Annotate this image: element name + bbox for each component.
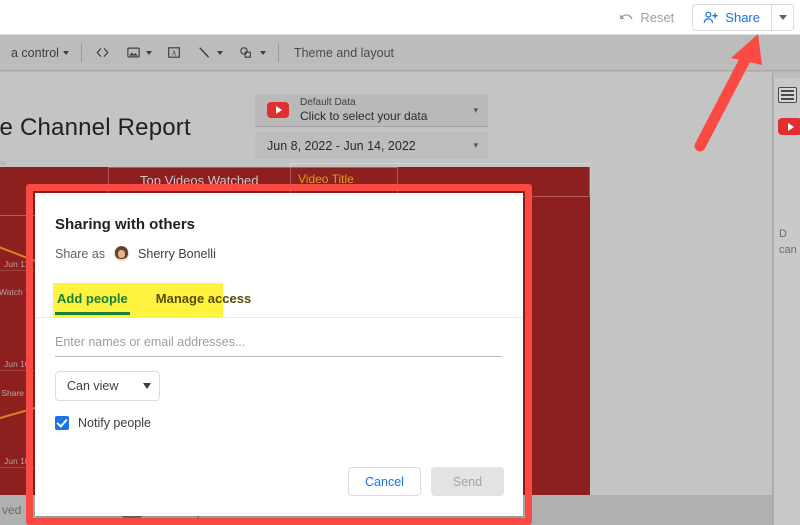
line-button[interactable]: [189, 45, 230, 60]
account-name: Sherry Bonelli: [138, 246, 216, 261]
text-box-icon: A: [168, 47, 180, 58]
code-embed-icon: [96, 48, 109, 57]
send-button: Send: [431, 467, 504, 496]
theme-and-layout-button[interactable]: Theme and layout: [284, 46, 394, 60]
youtube-icon: [267, 102, 289, 118]
chevron-down-icon: [145, 50, 152, 55]
toolbar-divider: [277, 43, 279, 62]
panel-title-video-title: Video Title: [298, 172, 354, 186]
notify-people-checkbox[interactable]: [55, 416, 69, 430]
chevron-down-icon: [143, 383, 151, 389]
data-source-line2: Click to select your data: [300, 109, 428, 123]
data-source-selector[interactable]: Default Data Click to select your data ▾: [255, 94, 488, 127]
chevron-down-icon: [259, 50, 266, 55]
data-source-line1: Default Data: [300, 97, 356, 108]
list-panel-icon[interactable]: [778, 87, 797, 103]
recipient-email-input[interactable]: [55, 327, 502, 357]
textbox-button[interactable]: A: [159, 45, 189, 60]
chart-tick-0: ve: [0, 158, 6, 168]
svg-text:A: A: [171, 50, 176, 57]
red-arrow-annotation: [694, 34, 762, 152]
chevron-down-icon: [62, 50, 69, 55]
dialog-title: Sharing with others: [55, 216, 196, 233]
embed-button[interactable]: [87, 45, 118, 60]
chevron-down-icon: [216, 50, 223, 55]
cancel-button[interactable]: Cancel: [348, 467, 421, 496]
notify-people-label: Notify people: [78, 416, 151, 430]
shape-button[interactable]: [230, 45, 273, 60]
panel-text-line1: D: [779, 228, 787, 240]
data-control-menu[interactable]: a control: [4, 46, 76, 60]
bottom-left-label: ved: [2, 503, 22, 517]
permission-select[interactable]: Can view: [55, 371, 160, 401]
date-range-value: Jun 8, 2022 - Jun 14, 2022: [267, 138, 416, 153]
share-dialog: Sharing with others Share as Sherry Bone…: [35, 193, 523, 516]
data-control-label: a control: [11, 45, 59, 60]
reset-button[interactable]: Reset: [608, 4, 684, 30]
chevron-down-icon: ▾: [473, 104, 478, 115]
line-icon: [199, 47, 209, 58]
panel-title-top-videos: Top Videos Watched: [140, 173, 259, 188]
notify-people-row[interactable]: Notify people: [55, 416, 151, 430]
person-add-icon: [703, 11, 719, 23]
undo-reset-icon: [620, 14, 633, 20]
chart-tick-3: Jun 10: [4, 359, 30, 369]
chart-tick-5: Jun 10: [4, 456, 30, 466]
toolbar-divider: [80, 43, 82, 62]
chart-tick-4: ec Share: [0, 388, 25, 398]
share-as-row: Share as Sherry Bonelli: [55, 246, 216, 261]
panel-text-line2: can: [779, 244, 797, 256]
share-label: Share: [725, 9, 760, 25]
reset-label: Reset: [640, 9, 675, 25]
chevron-down-icon: ▾: [473, 140, 478, 150]
youtube-icon[interactable]: [778, 118, 800, 135]
tab-add-people[interactable]: Add people: [55, 283, 130, 315]
permission-value: Can view: [67, 379, 119, 393]
dialog-tabs: Add people Manage access: [55, 283, 253, 315]
chart-tick-2: al Watch Ti: [0, 287, 32, 297]
shape-icon: [240, 47, 251, 58]
image-button[interactable]: [118, 45, 159, 60]
chart-tick-1: Jun 11: [4, 259, 29, 269]
image-icon: [127, 47, 140, 58]
tab-manage-access[interactable]: Manage access: [154, 283, 253, 315]
user-avatar: [114, 246, 130, 261]
share-as-label: Share as: [55, 246, 106, 261]
page-title: le Channel Report: [0, 114, 191, 141]
date-range-selector[interactable]: Jun 8, 2022 - Jun 14, 2022 ▾: [255, 132, 488, 159]
chevron-down-icon: [778, 14, 787, 20]
